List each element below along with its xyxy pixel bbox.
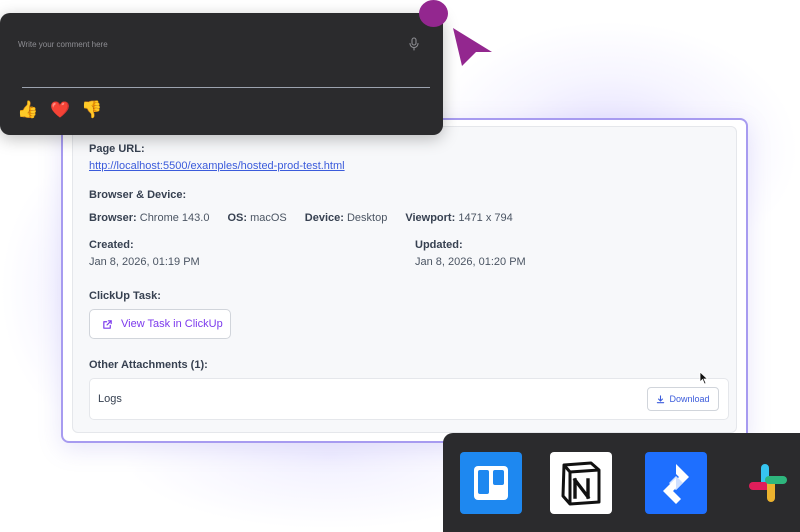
page-url-label: Page URL: [89,143,145,155]
download-icon [657,394,665,403]
clickup-task-label: ClickUp Task: [89,290,161,302]
cursor-dot-icon [419,0,448,27]
browser-device-row: Browser: Chrome 143.0 OS: macOS Device: … [89,212,513,224]
view-task-clickup-label: View Task in ClickUp [121,318,223,330]
download-label: Download [669,394,710,404]
page-url-link[interactable]: http://localhost:5500/examples/hosted-pr… [89,160,345,172]
created-value: Jan 8, 2026, 01:19 PM [89,256,200,268]
comment-divider [22,87,430,88]
heart-reaction[interactable]: ❤️ [49,99,71,121]
view-task-clickup-button[interactable]: View Task in ClickUp [89,309,231,339]
jira-icon[interactable] [645,452,707,514]
feedback-details-card: Page URL: http://localhost:5500/examples… [61,118,748,443]
integrations-dock [443,433,800,532]
os-info: OS: macOS [227,212,286,224]
viewport-key: Viewport: [405,212,456,224]
device-key: Device: [304,212,344,224]
attachment-row: Logs Download [89,378,729,420]
os-value: macOS [250,212,287,224]
browser-info: Browser: Chrome 143.0 [89,212,209,224]
updated-label: Updated: [415,239,463,251]
attachments-label: Other Attachments (1): [89,359,208,371]
notion-icon[interactable] [550,452,612,514]
attachment-name: Logs [98,393,122,405]
browser-key: Browser: [89,212,137,224]
device-value: Desktop [346,212,388,224]
device-info: Device: Desktop [305,212,388,224]
thumbs-up-reaction[interactable]: 👍 [17,99,39,121]
download-button[interactable]: Download [647,387,719,411]
reaction-bar: 👍 ❤️ 👎 [17,99,103,121]
updated-value: Jan 8, 2026, 01:20 PM [415,256,526,268]
viewport-info: Viewport: 1471 x 794 [405,212,512,224]
microphone-icon[interactable] [408,37,420,51]
external-link-icon [103,319,112,329]
comment-input[interactable] [18,35,398,53]
comment-panel: 👍 ❤️ 👎 [0,13,443,135]
cursor-arrow-icon [453,28,492,66]
created-label: Created: [89,239,134,251]
viewport-value: 1471 x 794 [458,212,513,224]
slack-icon[interactable] [737,452,799,514]
browser-device-label: Browser & Device: [89,189,187,201]
trello-icon[interactable] [460,452,522,514]
details-panel: Page URL: http://localhost:5500/examples… [72,126,737,433]
thumbs-down-reaction[interactable]: 👎 [81,99,103,121]
mouse-pointer-icon [699,371,709,385]
os-key: OS: [227,212,248,224]
browser-value: Chrome 143.0 [139,212,210,224]
